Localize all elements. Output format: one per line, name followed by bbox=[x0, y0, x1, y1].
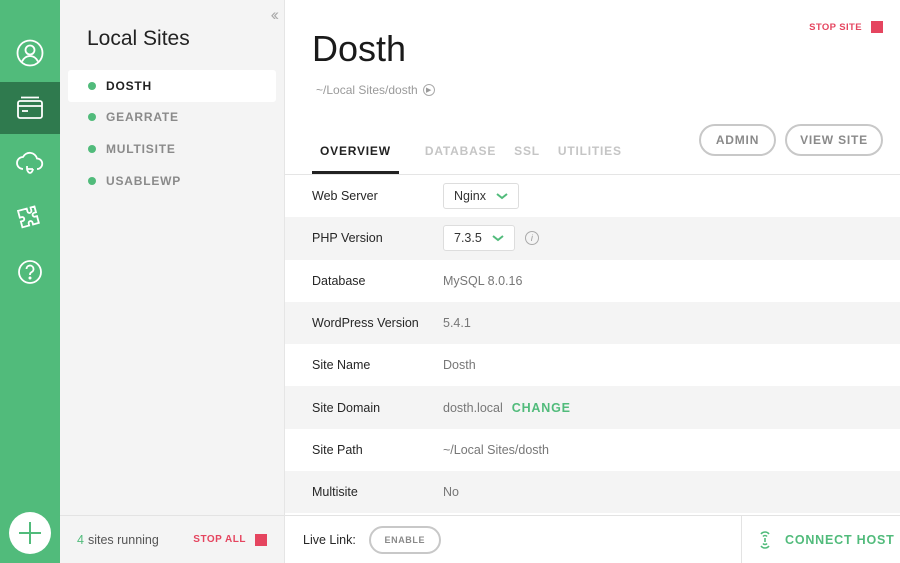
stop-all-button[interactable]: STOP ALL bbox=[193, 533, 267, 546]
row-label: WordPress Version bbox=[312, 316, 419, 331]
connect-host-button[interactable]: CONNECT HOST bbox=[741, 516, 900, 563]
sidebar-title: Local Sites bbox=[87, 27, 190, 50]
row-multisite: Multisite No bbox=[285, 471, 900, 514]
site-item-multisite[interactable]: MULTISITE bbox=[68, 133, 276, 165]
row-value: MySQL 8.0.16 bbox=[443, 273, 523, 288]
user-icon[interactable] bbox=[0, 27, 60, 79]
view-site-button[interactable]: VIEW SITE bbox=[785, 124, 883, 156]
site-item-gearrate[interactable]: GEARRATE bbox=[68, 102, 276, 134]
connect-host-label: CONNECT HOST bbox=[785, 532, 895, 547]
row-value: Dosth bbox=[443, 358, 476, 373]
running-status-dot bbox=[88, 176, 96, 185]
row-label: Site Path bbox=[312, 442, 363, 457]
row-value: 5.4.1 bbox=[443, 316, 471, 331]
site-item-usablewp[interactable]: USABLEWP bbox=[68, 165, 276, 197]
site-list: DOSTH GEARRATE MULTISITE USABLEWP bbox=[68, 70, 276, 196]
live-link-label: Live Link: bbox=[303, 532, 356, 547]
row-site-name: Site Name Dosth bbox=[285, 344, 900, 386]
stop-square-icon bbox=[255, 533, 267, 546]
info-icon[interactable]: i bbox=[524, 231, 539, 246]
addons-icon[interactable] bbox=[0, 191, 60, 243]
row-label: Database bbox=[312, 273, 366, 288]
tab-bar: OVERVIEW DATABASE SSL UTILITIES bbox=[312, 140, 648, 174]
row-label: Web Server bbox=[312, 189, 378, 204]
admin-button[interactable]: ADMIN bbox=[699, 124, 776, 156]
enable-live-link-button[interactable]: ENABLE bbox=[368, 525, 441, 554]
stop-all-label: STOP ALL bbox=[193, 534, 246, 545]
sites-sidebar: ‹‹ Local Sites DOSTH GEARRATE MULTISITE … bbox=[60, 0, 285, 563]
app-rail bbox=[0, 0, 60, 563]
help-icon[interactable] bbox=[0, 246, 60, 298]
site-path-link[interactable]: ~/Local Sites/dosth ▶ bbox=[316, 83, 435, 97]
chevron-down-icon bbox=[492, 235, 504, 242]
row-value: dosth.local bbox=[443, 400, 503, 415]
running-status-dot bbox=[88, 144, 96, 153]
connect-host-icon bbox=[760, 530, 770, 549]
sites-running-count: 4 bbox=[77, 532, 84, 547]
chevron-down-icon bbox=[496, 193, 508, 200]
tab-overview[interactable]: OVERVIEW bbox=[312, 140, 399, 174]
select-value: 7.3.5 bbox=[454, 231, 482, 246]
tab-utilities[interactable]: UTILITIES bbox=[550, 140, 630, 174]
main-footer: Live Link: ENABLE CONNECT HOST bbox=[285, 515, 900, 563]
web-server-select[interactable]: Nginx bbox=[443, 183, 519, 210]
overview-table: Web Server Nginx PHP Version 7.3.5 i Dat… bbox=[285, 175, 900, 514]
site-item-label: GEARRATE bbox=[106, 110, 179, 125]
sites-icon[interactable] bbox=[0, 82, 60, 134]
row-value: ~/Local Sites/dosth bbox=[443, 442, 549, 457]
row-database: Database MySQL 8.0.16 bbox=[285, 260, 900, 302]
site-item-label: DOSTH bbox=[106, 78, 152, 93]
row-label: Site Name bbox=[312, 358, 371, 373]
row-label: Multisite bbox=[312, 485, 358, 500]
site-item-dosth[interactable]: DOSTH bbox=[68, 70, 276, 102]
stop-square-icon bbox=[871, 21, 883, 33]
row-site-path: Site Path ~/Local Sites/dosth bbox=[285, 429, 900, 471]
add-site-button[interactable] bbox=[9, 512, 51, 554]
row-wordpress-version: WordPress Version 5.4.1 bbox=[285, 301, 900, 345]
tab-database[interactable]: DATABASE bbox=[417, 140, 504, 174]
row-web-server: Web Server Nginx bbox=[285, 175, 900, 217]
page-title: Dosth bbox=[312, 28, 407, 69]
row-site-domain: Site Domain dosth.local CHANGE bbox=[285, 386, 900, 429]
row-php-version: PHP Version 7.3.5 i bbox=[285, 217, 900, 260]
stop-site-label: STOP SITE bbox=[809, 21, 862, 33]
stop-site-button[interactable]: STOP SITE bbox=[809, 21, 883, 33]
site-path-text: ~/Local Sites/dosth bbox=[316, 83, 418, 97]
sidebar-footer: 4 sites running STOP ALL bbox=[60, 515, 284, 563]
site-item-label: USABLEWP bbox=[106, 173, 182, 188]
php-version-select[interactable]: 7.3.5 bbox=[443, 225, 515, 252]
row-label: PHP Version bbox=[312, 231, 383, 246]
row-label: Site Domain bbox=[312, 400, 381, 415]
sites-running-text: sites running bbox=[87, 532, 159, 547]
collapse-sidebar-icon[interactable]: ‹‹ bbox=[271, 5, 280, 25]
site-detail: STOP SITE Dosth ~/Local Sites/dosth ▶ AD… bbox=[285, 0, 900, 563]
cloud-icon[interactable] bbox=[0, 137, 60, 189]
running-status-dot bbox=[88, 113, 96, 122]
select-value: Nginx bbox=[454, 189, 486, 204]
site-item-label: MULTISITE bbox=[106, 141, 176, 156]
running-status-dot bbox=[88, 81, 96, 90]
tab-ssl[interactable]: SSL bbox=[506, 140, 548, 174]
row-value: No bbox=[443, 485, 459, 500]
change-domain-button[interactable]: CHANGE bbox=[512, 401, 571, 415]
plus-icon bbox=[19, 522, 41, 544]
arrow-right-circle-icon: ▶ bbox=[422, 84, 435, 96]
